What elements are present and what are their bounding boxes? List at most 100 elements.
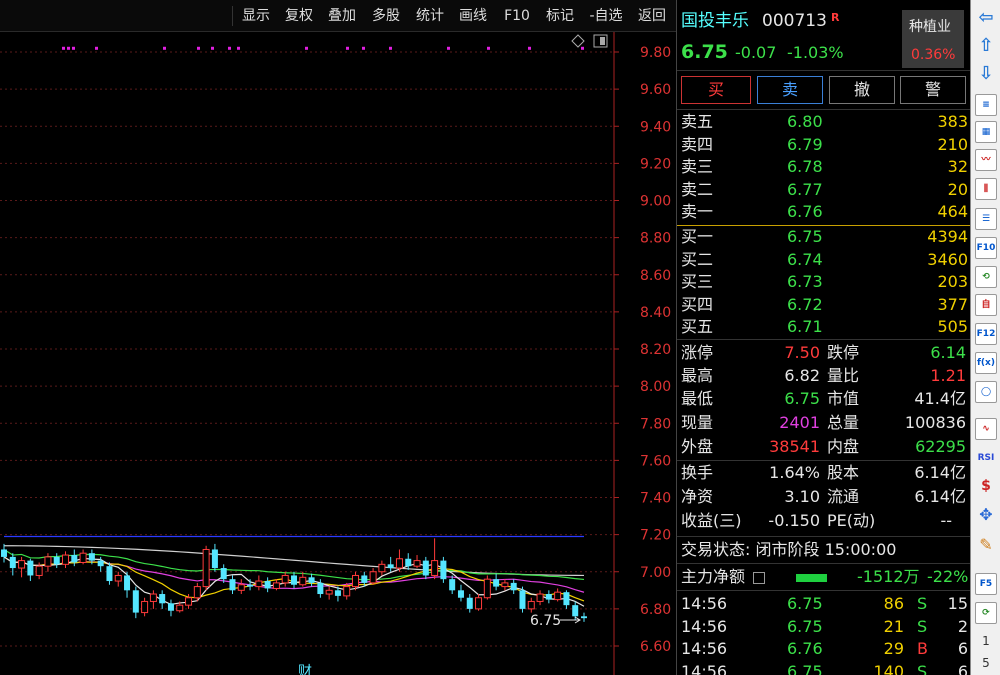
candle-body[interactable]	[229, 579, 236, 591]
candle-body[interactable]	[361, 575, 368, 583]
candle-body[interactable]	[457, 590, 464, 598]
candle-body[interactable]	[493, 579, 500, 587]
candle-body[interactable]	[291, 575, 297, 585]
refresh-green-icon[interactable]: ⟲	[975, 266, 997, 288]
f10-icon[interactable]: F10	[975, 237, 997, 259]
candle-body[interactable]	[483, 578, 491, 599]
wave-icon[interactable]: ∿	[975, 418, 997, 440]
candle-body[interactable]	[378, 563, 386, 573]
candle-body[interactable]	[572, 605, 579, 617]
toolbar-draw-button[interactable]: 画线	[453, 4, 493, 28]
kline-chart[interactable]: 9.80 9.60 9.40 9.20 9.00 8.80 8.60 8.40 8.20 8.00…	[0, 32, 676, 675]
candle-body[interactable]	[281, 574, 289, 584]
toolbar-back-button[interactable]: 返回	[632, 4, 672, 28]
ask-level-price[interactable]: 6.79	[787, 134, 823, 156]
candle-body[interactable]	[97, 560, 104, 567]
candle-body[interactable]	[185, 597, 193, 606]
list-icon[interactable]: ☰	[975, 208, 997, 230]
bid-level-price[interactable]: 6.71	[787, 316, 823, 338]
candle-body[interactable]	[352, 574, 360, 588]
candle-body[interactable]	[272, 582, 280, 589]
left-arrow-icon[interactable]: ⇦	[975, 8, 997, 30]
candle-body[interactable]	[536, 593, 544, 602]
candle-body[interactable]	[220, 568, 227, 580]
candle-body[interactable]	[387, 564, 394, 569]
candle-body[interactable]	[176, 604, 184, 612]
candle-body[interactable]	[581, 616, 587, 619]
candle-body[interactable]	[35, 565, 43, 576]
candle-body[interactable]	[475, 597, 483, 610]
candle-body[interactable]	[510, 582, 517, 591]
candle-body[interactable]	[325, 589, 333, 595]
candle-body[interactable]	[501, 582, 509, 588]
toolbar-stats-button[interactable]: 统计	[410, 4, 450, 28]
toolbar-adjust-button[interactable]: 复权	[279, 4, 319, 28]
toolbar-multistock-button[interactable]: 多股	[366, 4, 406, 28]
candle-body[interactable]	[9, 556, 16, 569]
buy-button[interactable]: 买	[681, 76, 751, 104]
line-chart-icon[interactable]: 〰	[975, 149, 997, 171]
candle-body[interactable]	[149, 593, 157, 602]
candle-body[interactable]	[255, 580, 263, 588]
candle-body[interactable]	[53, 556, 60, 565]
diamond-icon[interactable]	[571, 34, 585, 48]
candle-body[interactable]	[554, 591, 562, 601]
candle-body[interactable]	[440, 560, 447, 580]
industry-box[interactable]: 种植业 0.36%	[902, 10, 964, 68]
candle-body[interactable]	[545, 594, 552, 600]
candle-body[interactable]	[1, 549, 7, 557]
f5-icon[interactable]: F5	[975, 573, 997, 595]
ask-level-price[interactable]: 6.80	[787, 111, 823, 133]
candle-body[interactable]	[405, 558, 412, 567]
candle-body[interactable]	[18, 560, 26, 569]
candle-body[interactable]	[431, 560, 439, 576]
formula-icon[interactable]: f(x)	[975, 352, 997, 374]
candle-body[interactable]	[202, 548, 210, 588]
candle-body[interactable]	[71, 555, 78, 563]
money-icon[interactable]: $	[975, 476, 997, 498]
up-arrow-icon[interactable]: ⇧	[975, 36, 997, 58]
ask-level-price[interactable]: 6.78	[787, 156, 823, 178]
ask-level-price[interactable]: 6.76	[787, 201, 823, 223]
self-select-icon[interactable]: 自	[975, 294, 997, 316]
bid-level-price[interactable]: 6.75	[787, 226, 823, 248]
bid-level-price[interactable]: 6.73	[787, 271, 823, 293]
candle-body[interactable]	[317, 582, 324, 595]
sidebar-number[interactable]: 1	[971, 634, 1000, 648]
candle-body[interactable]	[563, 592, 570, 606]
toolbar-mark-button[interactable]: 标记	[540, 4, 580, 28]
candle-body[interactable]	[334, 590, 341, 596]
sidebar-number[interactable]: 5	[971, 656, 1000, 670]
candle-body[interactable]	[44, 556, 52, 567]
candle-body[interactable]	[413, 560, 421, 567]
candle-body[interactable]	[79, 552, 87, 563]
candle-body[interactable]	[159, 594, 166, 604]
main-flow-menu-icon[interactable]	[753, 572, 765, 584]
candle-body[interactable]	[466, 597, 473, 609]
candle-body[interactable]	[449, 579, 456, 591]
candle-body[interactable]	[369, 571, 377, 584]
candle-body[interactable]	[141, 600, 149, 614]
candle-body[interactable]	[106, 566, 113, 582]
candle-body[interactable]	[132, 590, 139, 613]
toolbar-overlay-button[interactable]: 叠加	[322, 4, 362, 28]
candle-body[interactable]	[211, 549, 218, 569]
bid-level-price[interactable]: 6.74	[787, 249, 823, 271]
candle-body[interactable]	[395, 558, 403, 569]
candle-body[interactable]	[114, 574, 122, 582]
f12-icon[interactable]: F12	[975, 323, 997, 345]
alert-button[interactable]: 警	[900, 76, 966, 104]
candle-body[interactable]	[308, 577, 315, 583]
toolbar-f10-button[interactable]: F10	[497, 4, 537, 28]
candle-body[interactable]	[299, 576, 307, 586]
toolbar-display-button[interactable]: 显示	[236, 4, 276, 28]
candle-body[interactable]	[422, 560, 429, 576]
sell-button[interactable]: 卖	[757, 76, 823, 104]
move-icon[interactable]: ✥	[975, 505, 997, 527]
down-arrow-icon[interactable]: ⇩	[975, 64, 997, 86]
circle-icon[interactable]: ◯	[975, 381, 997, 403]
candle-body[interactable]	[237, 584, 245, 591]
candle-body[interactable]	[527, 600, 535, 610]
rsi-icon[interactable]: RSI	[975, 448, 997, 470]
candle-body[interactable]	[167, 603, 174, 611]
